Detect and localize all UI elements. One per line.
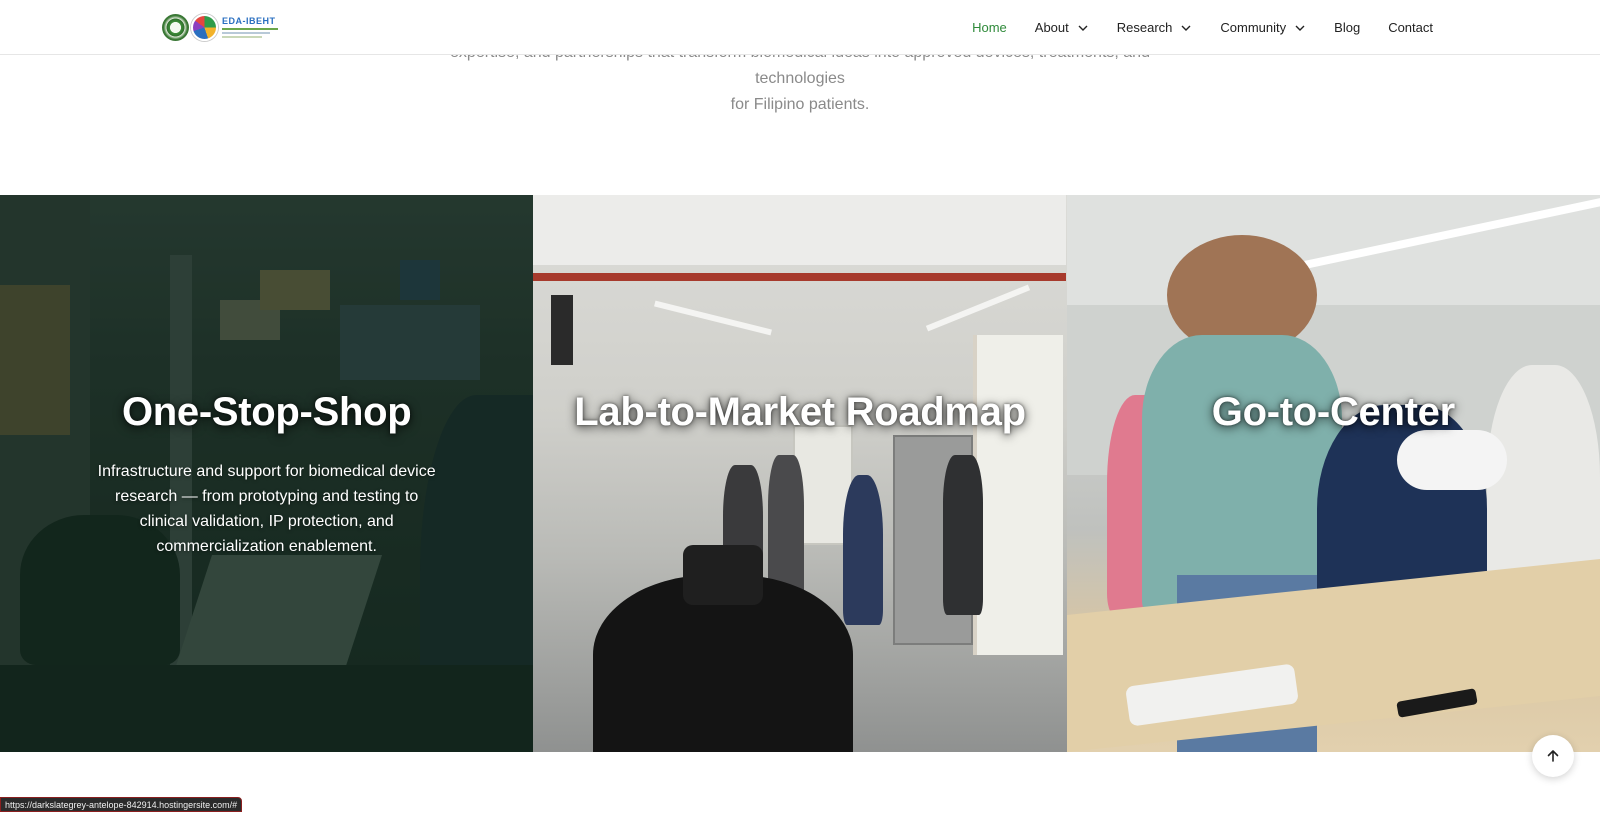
panel-description: Infrastructure and support for biomedica… (97, 463, 436, 555)
panel-title: Go-to-Center (1211, 390, 1455, 434)
chevron-down-icon (1077, 22, 1089, 34)
ibeht-emblem-icon (191, 13, 218, 41)
panel-background-photo (1066, 195, 1600, 752)
nav-item-contact[interactable]: Contact (1388, 20, 1433, 35)
status-bar-url: https://darkslategrey-antelope-842914.ho… (0, 797, 243, 812)
logo-subtitle-line (222, 36, 262, 38)
nav-item-research[interactable]: Research (1117, 20, 1193, 35)
back-to-top-button[interactable] (1532, 735, 1574, 777)
panel-lab-to-market-roadmap[interactable]: Lab-to-Market Roadmap (533, 195, 1067, 752)
chevron-down-icon (1294, 22, 1306, 34)
nav-item-label: About (1034, 20, 1069, 35)
nav-item-label: Home (972, 20, 1007, 35)
logo-wordmark: EDA-IBEHT (222, 16, 278, 38)
feature-panels: One-Stop-Shop Infrastructure and support… (0, 195, 1600, 752)
intro-line-2: for Filipino patients. (730, 96, 870, 113)
panel-one-stop-shop[interactable]: One-Stop-Shop Infrastructure and support… (0, 195, 534, 752)
nav-item-community[interactable]: Community (1220, 20, 1306, 35)
nav-item-home[interactable]: Home (972, 20, 1007, 35)
main-nav: Home About Research Community Blog Conta… (944, 0, 1433, 55)
site-header: EDA-IBEHT Home About Research Community (0, 0, 1600, 55)
panel-title: One-Stop-Shop (121, 390, 412, 434)
chevron-down-icon (1180, 22, 1192, 34)
arrow-up-icon (1547, 750, 1559, 762)
panel-background-photo (533, 195, 1067, 752)
nav-item-about[interactable]: About (1035, 20, 1089, 35)
nav-item-label: Community (1220, 20, 1287, 35)
panel-go-to-center[interactable]: Go-to-Center (1066, 195, 1600, 752)
logo-subtitle-line (222, 32, 270, 34)
nav-item-label: Contact (1388, 20, 1433, 35)
nav-item-label: Blog (1334, 20, 1361, 35)
logo-subtitle-line (222, 28, 278, 30)
nav-item-blog[interactable]: Blog (1334, 20, 1360, 35)
logo-wordmark-title: EDA-IBEHT (222, 16, 276, 26)
panel-content: Go-to-Center (1067, 390, 1600, 435)
panel-content: Lab-to-Market Roadmap (533, 390, 1066, 435)
nav-item-label: Research (1116, 20, 1173, 35)
site-logo[interactable]: EDA-IBEHT (162, 12, 280, 42)
panel-title: Lab-to-Market Roadmap (574, 390, 1026, 434)
university-seal-icon (162, 13, 189, 41)
panel-content: One-Stop-Shop Infrastructure and support… (0, 390, 533, 559)
